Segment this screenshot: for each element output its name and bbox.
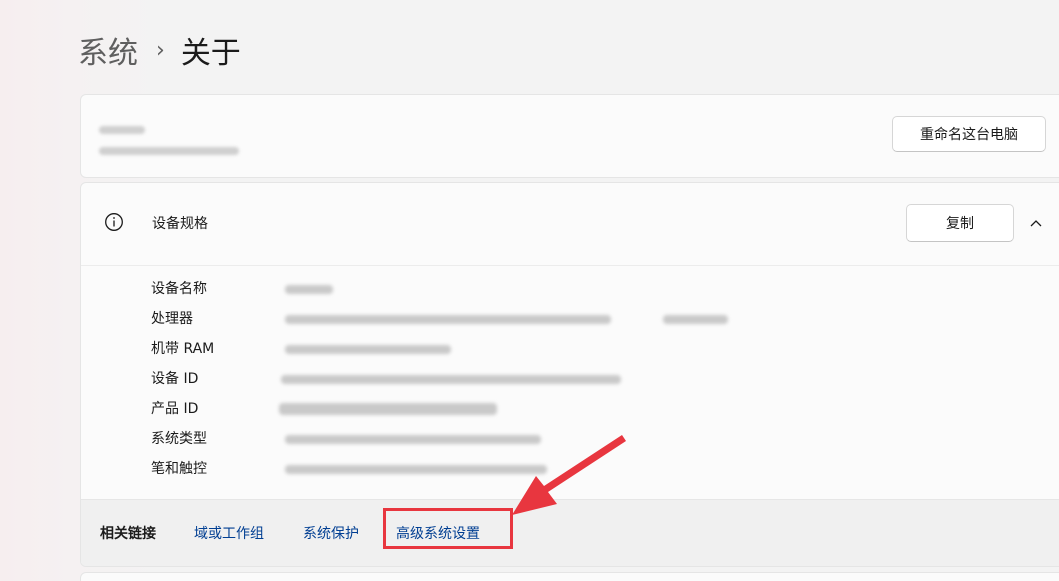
rename-pc-button[interactable]: 重命名这台电脑 [892,116,1046,152]
spec-label: 处理器 [151,311,193,327]
link-system-protection[interactable]: 系统保护 [303,523,359,543]
breadcrumb: 系统 › 关于 [78,28,241,72]
spec-value [285,315,611,324]
highlight-box [383,508,513,549]
spec-label: 机带 RAM [151,341,215,357]
spec-value [281,375,621,384]
device-name [99,126,145,134]
spec-value [279,403,497,415]
specs-header[interactable]: 设备规格 复制 [81,183,1059,266]
breadcrumb-parent[interactable]: 系统 [78,28,138,72]
spec-row-processor: 处理器 [151,308,1031,330]
spec-value-extra [663,315,728,324]
related-links-bar: 相关链接 域或工作组 系统保护 高级系统设置 [81,499,1059,566]
spec-label: 产品 ID [151,401,199,417]
spec-row-device-name: 设备名称 [151,278,1031,300]
link-domain-workgroup[interactable]: 域或工作组 [194,523,264,543]
spec-label: 设备名称 [151,281,207,297]
spec-row-product-id: 产品 ID [151,398,1031,420]
next-card [80,572,1059,581]
device-specs-card: 设备规格 复制 设备名称 处理器 机带 RAM 设备 ID 产品 ID 系统类型… [80,182,1059,567]
spec-label: 系统类型 [151,431,207,447]
info-icon [105,213,123,231]
spec-value [285,465,547,474]
related-links-label: 相关链接 [100,526,156,542]
spec-label: 笔和触控 [151,461,207,477]
spec-label: 设备 ID [151,371,199,387]
spec-value [285,435,541,444]
spec-row-device-id: 设备 ID [151,368,1031,390]
chevron-up-icon[interactable] [1027,216,1045,230]
copy-button[interactable]: 复制 [906,204,1014,242]
page-title: 关于 [180,36,241,71]
spec-row-pen-touch: 笔和触控 [151,458,1031,480]
spec-value [285,345,451,354]
spec-value [285,285,333,294]
device-name-card: 重命名这台电脑 [80,94,1059,178]
specs-title: 设备规格 [152,216,208,232]
spec-row-system-type: 系统类型 [151,428,1031,450]
breadcrumb-separator: › [156,37,165,63]
device-model [99,147,239,155]
spec-row-ram: 机带 RAM [151,338,1031,360]
